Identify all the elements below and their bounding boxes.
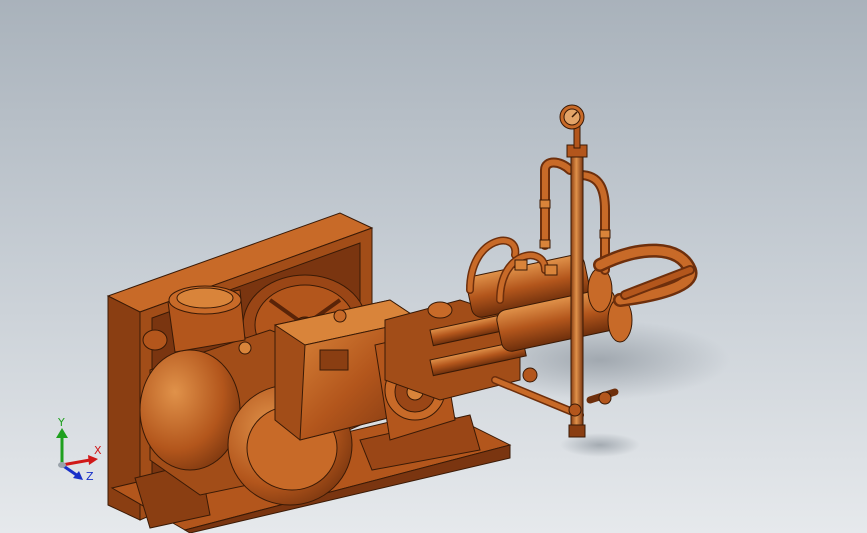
- y-axis-label: Y: [57, 416, 65, 429]
- x-axis-label: X: [94, 444, 102, 457]
- triad-origin: [58, 462, 66, 468]
- x-axis-arrow: [61, 458, 91, 467]
- pressure-gauge-icon: [559, 104, 585, 149]
- pump-unit-model[interactable]: [0, 0, 867, 533]
- y-axis-arrowhead: [56, 428, 68, 438]
- z-axis-label: Z: [86, 470, 94, 483]
- graphics-viewport[interactable]: Y X Z: [0, 0, 867, 533]
- view-orientation-triad: Y X Z: [40, 410, 110, 490]
